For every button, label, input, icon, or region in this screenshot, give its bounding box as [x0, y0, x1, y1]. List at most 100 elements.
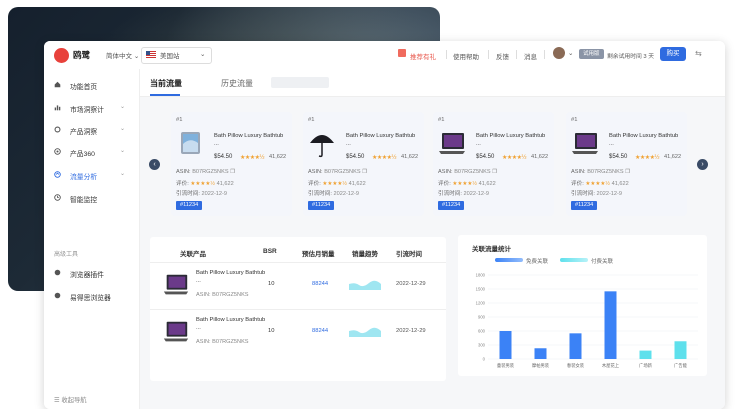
card-price: $54.50: [476, 154, 495, 160]
card-tag[interactable]: #11234: [571, 201, 598, 210]
sales-value: 88244: [312, 328, 329, 334]
carousel-prev-button[interactable]: ‹: [149, 159, 160, 170]
column-header: 引流时间: [396, 251, 422, 258]
tab-current-traffic[interactable]: 当前流量: [150, 78, 182, 89]
product-card[interactable]: #1 Bath Pillow Luxury Bathtub ... $54.50 ★★…: [433, 112, 554, 216]
y-tick-label: 600: [478, 329, 486, 334]
product-name[interactable]: Bath Pillow Luxury Bathtub ...: [196, 269, 266, 285]
copy-icon[interactable]: ❐: [492, 169, 497, 175]
collapse-nav-button[interactable]: ☰ 收起导航: [54, 395, 87, 404]
sales-trend-sparkline: [349, 280, 381, 290]
card-product-name[interactable]: Bath Pillow Luxury Bathtub ...: [346, 132, 420, 148]
app-logo-icon: [54, 48, 69, 63]
exit-icon[interactable]: ⇆: [695, 49, 702, 58]
card-stars: ★★★★½: [635, 155, 660, 161]
bsr-value: 10: [268, 281, 275, 287]
card-review-count: 41,622: [531, 154, 549, 160]
laptop-product-image: [439, 133, 465, 154]
card-rating: 评价: ★★★★½ 41,622: [438, 181, 496, 187]
card-asin: ASIN: B07RGZ5NKS ❐: [176, 169, 236, 175]
divider: [544, 50, 545, 59]
sidebar-item-label: 浏览器插件: [70, 272, 104, 279]
card-tag[interactable]: #11234: [308, 201, 335, 210]
product-card[interactable]: #1 Bath Pillow Luxury Bathtub ... $54.50 ★★…: [566, 112, 687, 216]
buy-button[interactable]: 购买: [660, 47, 686, 61]
bar-free[interactable]: [604, 291, 617, 359]
chart-icon: [54, 105, 61, 111]
chevron-down-icon: ⌄: [120, 171, 126, 177]
card-review-count: 41,622: [664, 154, 682, 160]
search-icon: [54, 126, 61, 133]
copy-icon[interactable]: ❐: [362, 169, 367, 175]
bar-free[interactable]: [499, 331, 512, 359]
column-header: 销量趋势: [352, 251, 378, 258]
bar-paid[interactable]: [674, 341, 687, 359]
messages-link[interactable]: 消息: [524, 51, 537, 61]
help-link[interactable]: 使用帮助: [453, 51, 479, 61]
sales-trend-sparkline: [349, 327, 381, 337]
card-asin: ASIN: B07RGZ5NKS ❐: [438, 169, 498, 175]
table-row[interactable]: Bath Pillow Luxury Bathtub ... ASIN: B07…: [150, 309, 446, 356]
browser-icon: [54, 292, 61, 299]
sidebar-item-label: 流量分析: [70, 174, 98, 181]
sidebar-item-label: 功能首页: [70, 84, 98, 91]
card-tag[interactable]: #11234: [176, 201, 203, 210]
gift-icon: [398, 49, 406, 57]
feedback-link[interactable]: 反馈: [496, 51, 509, 61]
card-date: 引流时间: 2022-12-9: [176, 191, 228, 197]
card-date: 引流时间: 2022-12-9: [308, 191, 360, 197]
column-header: BSR: [263, 248, 277, 255]
card-product-name[interactable]: Bath Pillow Luxury Bathtub ...: [214, 132, 288, 148]
collapse-label: 收起导航: [61, 397, 87, 404]
copy-icon[interactable]: ❐: [625, 169, 630, 175]
chevron-down-icon: ⌄: [120, 148, 126, 154]
y-tick-label: 900: [478, 315, 486, 320]
divider: [516, 50, 517, 59]
y-tick-label: 1500: [476, 287, 486, 292]
product-card[interactable]: #1 Bath Pillow Luxury Bathtub ... $54.50 ★★…: [303, 112, 424, 216]
bsr-value: 10: [268, 328, 275, 334]
card-tag[interactable]: #11234: [438, 201, 465, 210]
sidebar-item-label: 智能监控: [70, 197, 98, 204]
copy-icon[interactable]: ❐: [230, 169, 235, 175]
card-stars: ★★★★½: [502, 155, 527, 161]
card-asin: ASIN: B07RGZ5NKS ❐: [308, 169, 368, 175]
sidebar-item-label: 市场洞察计: [70, 107, 104, 114]
home-icon: [54, 81, 61, 88]
sidebar: 功能首页 市场洞察计 ⌄ 产品洞察 ⌄ 产品360 ⌄ 流量分析 ⌄ 智能监控 …: [44, 69, 140, 409]
chevron-down-icon: ⌄: [120, 104, 126, 110]
product-name[interactable]: Bath Pillow Luxury Bathtub ...: [196, 316, 266, 332]
chevron-down-icon: ⌄: [200, 51, 206, 58]
card-rating: 评价: ★★★★½ 41,622: [176, 181, 234, 187]
x-tick-label: 春装女装: [567, 362, 585, 369]
chevron-right-icon: ›: [701, 161, 704, 168]
avatar[interactable]: [553, 47, 565, 59]
column-header: 预估月销量: [302, 251, 335, 258]
target-icon: [54, 148, 61, 155]
table-row[interactable]: Bath Pillow Luxury Bathtub ... ASIN: B07…: [150, 262, 446, 309]
carousel-next-button[interactable]: ›: [697, 159, 708, 170]
x-tick-label: 摩帕男装: [532, 362, 550, 369]
product-card[interactable]: #1 Bath Pillow Luxury Bathtub ... $54.50 ★★…: [171, 112, 292, 216]
product-asin: ASIN: B07RGZ5NKS: [196, 339, 249, 345]
divider: [488, 50, 489, 59]
sidebar-item-label: 产品洞察: [70, 129, 98, 136]
language-select[interactable]: 简体中文 ⌄: [106, 50, 139, 60]
bar-free[interactable]: [569, 333, 582, 359]
traffic-date: 2022-12-29: [396, 281, 426, 287]
card-review-count: 41,622: [401, 154, 419, 160]
card-price: $54.50: [214, 154, 233, 160]
card-rank: #1: [176, 117, 183, 123]
column-header: 关联产品: [180, 251, 206, 258]
laptop-product-image: [163, 321, 189, 342]
umbrella-product-image: [310, 135, 334, 158]
bar-paid[interactable]: [639, 350, 652, 359]
chevron-left-icon: ‹: [153, 161, 156, 168]
card-product-name[interactable]: Bath Pillow Luxury Bathtub ...: [476, 132, 550, 148]
bar-free[interactable]: [534, 348, 547, 359]
active-tab-indicator: [150, 94, 180, 96]
referral-link[interactable]: 推荐有礼: [410, 51, 436, 61]
card-product-name[interactable]: Bath Pillow Luxury Bathtub ...: [609, 132, 683, 148]
chevron-down-icon[interactable]: ⌄: [568, 49, 573, 57]
tab-history-traffic[interactable]: 历史流量: [221, 78, 253, 89]
